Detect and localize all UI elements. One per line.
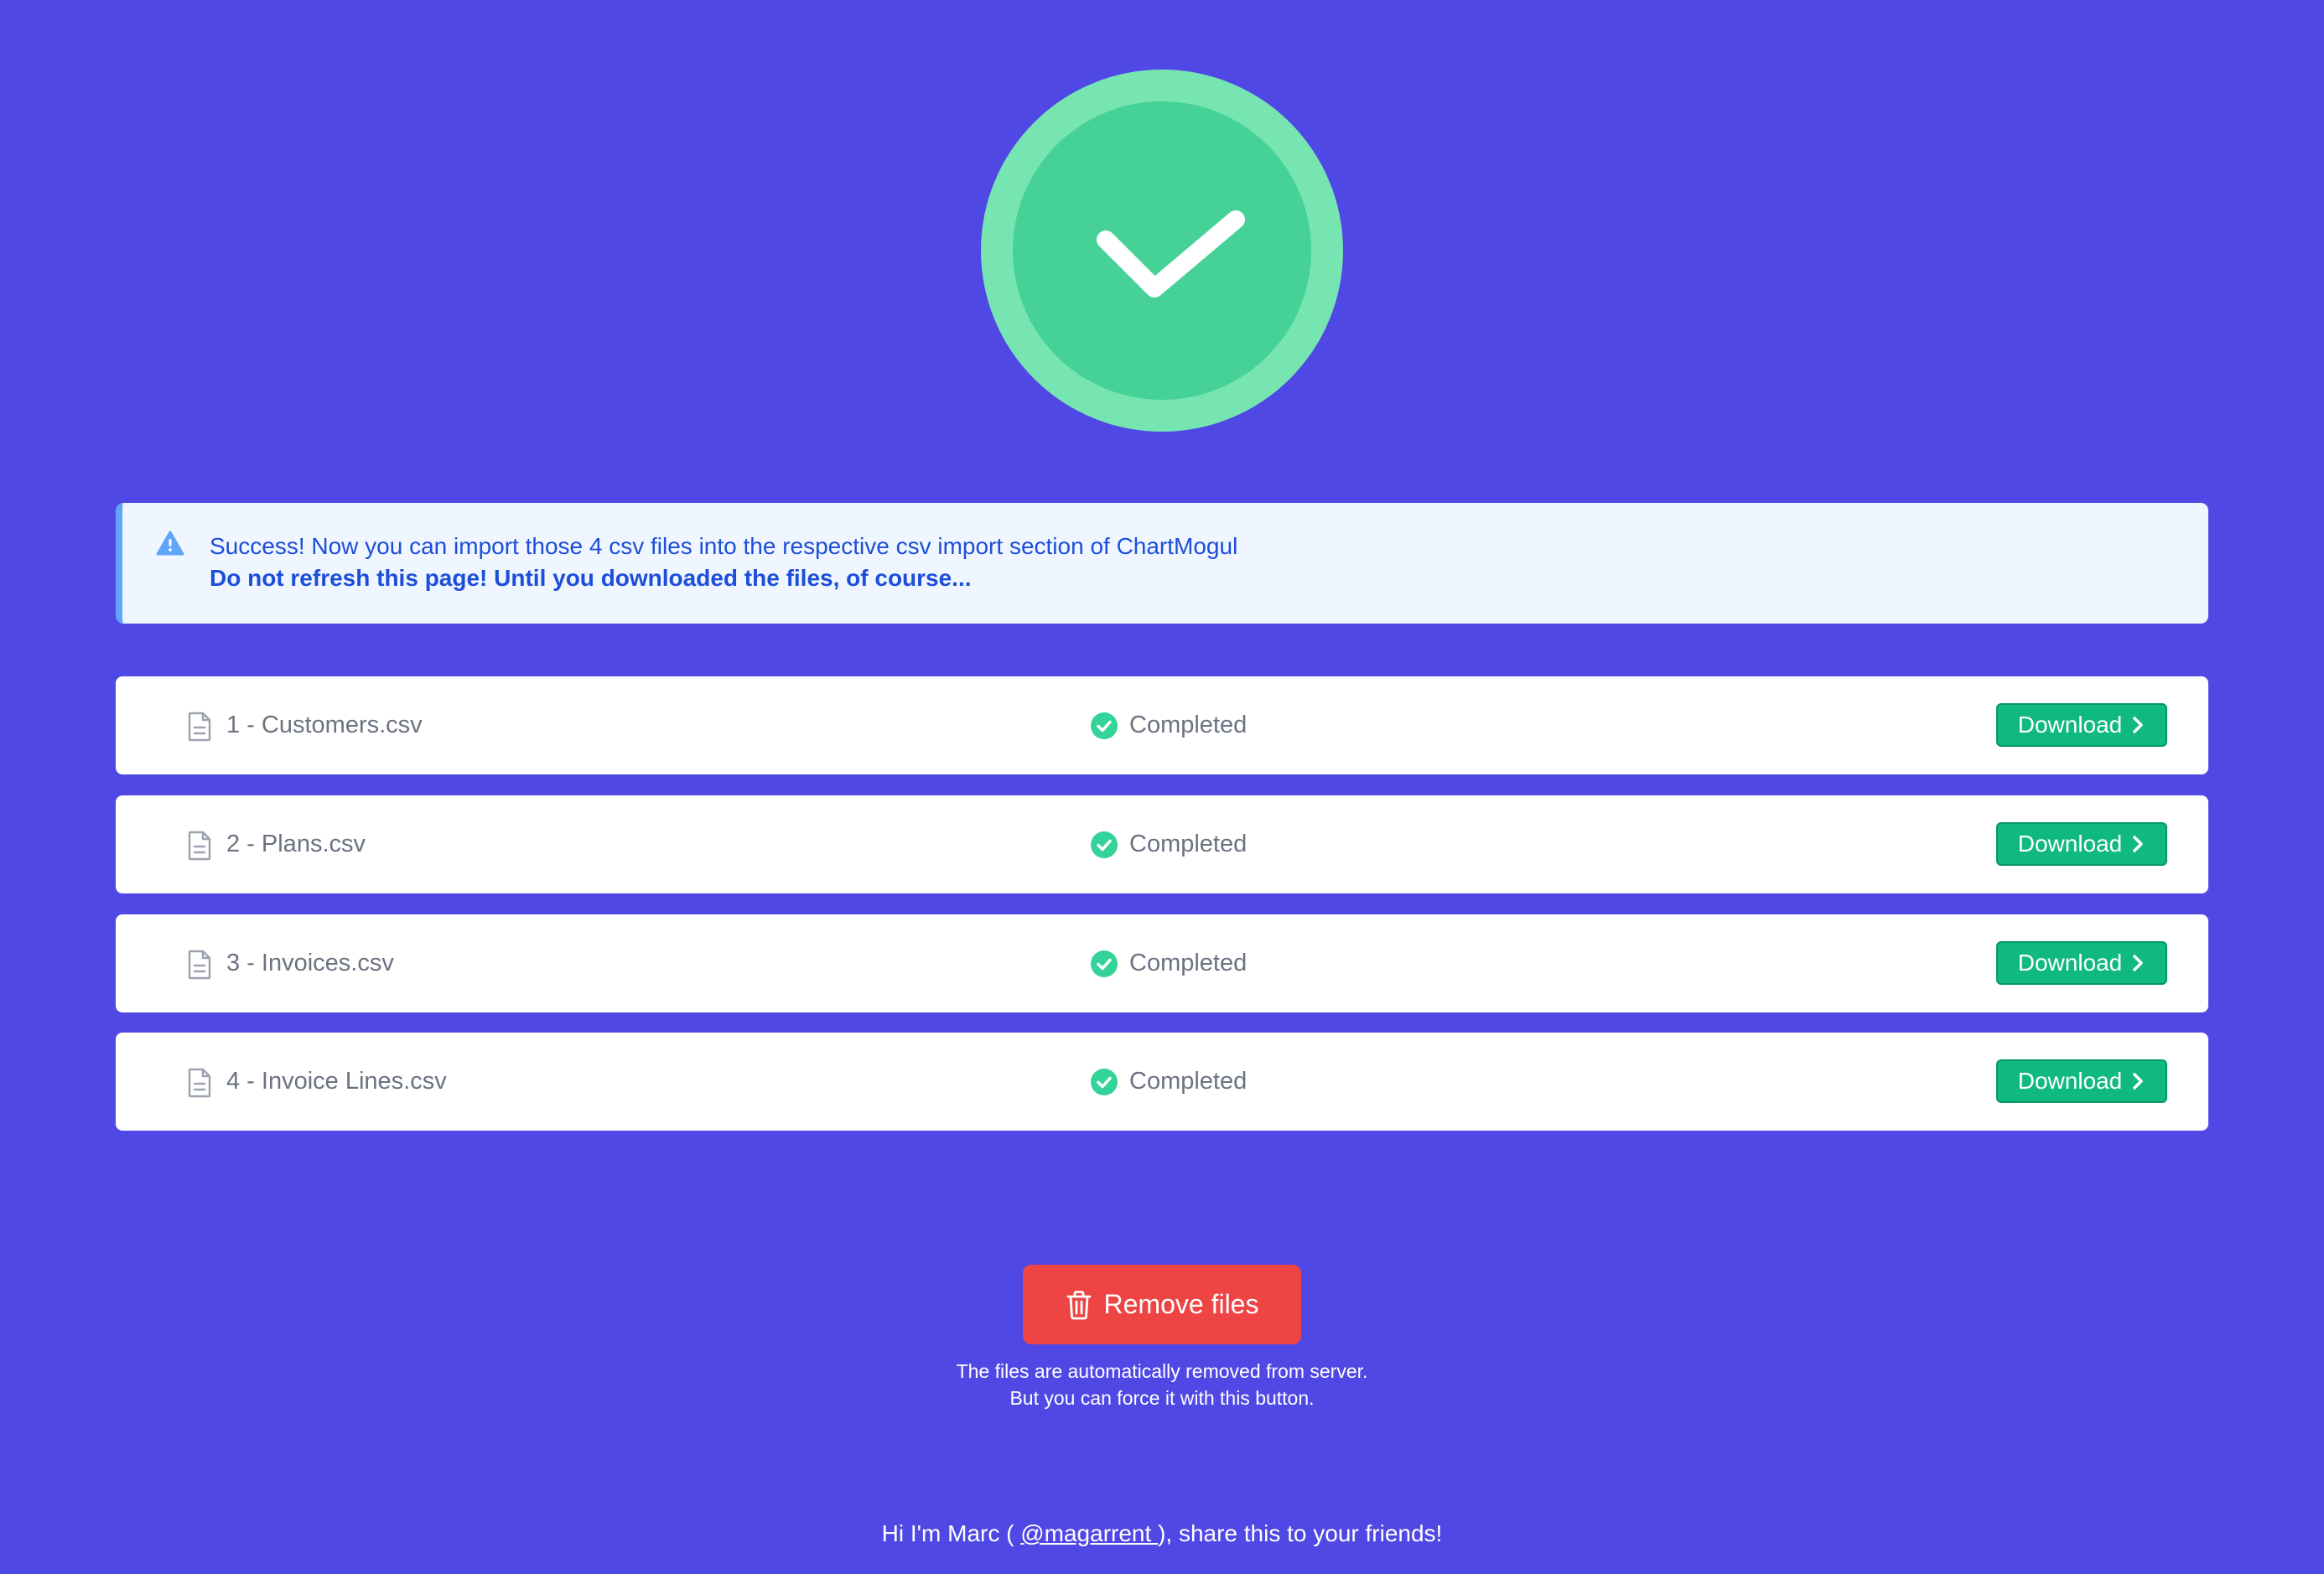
warning-icon xyxy=(156,531,184,556)
file-name: 1 - Customers.csv xyxy=(226,712,423,738)
download-button[interactable]: Download xyxy=(1996,703,2167,747)
chevron-right-icon xyxy=(2133,1073,2144,1090)
success-badge xyxy=(981,70,1343,432)
download-button[interactable]: Download xyxy=(1996,822,2167,866)
check-circle-icon xyxy=(1091,950,1118,977)
trash-icon xyxy=(1066,1290,1091,1319)
file-name: 4 - Invoice Lines.csv xyxy=(226,1068,447,1095)
document-icon xyxy=(188,1068,211,1098)
remove-files-label: Remove files xyxy=(1103,1289,1259,1319)
file-name: 3 - Invoices.csv xyxy=(226,950,394,976)
success-alert: Success! Now you can import those 4 csv … xyxy=(116,503,2208,624)
file-name: 2 - Plans.csv xyxy=(226,831,366,857)
check-circle-icon xyxy=(1091,1069,1118,1095)
status-label: Completed xyxy=(1129,712,1248,738)
download-button[interactable]: Download xyxy=(1996,941,2167,985)
footer-suffix: ), share this to your friends! xyxy=(1158,1520,1443,1546)
file-row: 2 - Plans.csv Completed Download xyxy=(116,795,2208,893)
check-circle-icon xyxy=(1091,831,1118,858)
footer: Hi I'm Marc ( @magarrent ), share this t… xyxy=(743,1520,1581,1547)
file-row: 1 - Customers.csv Completed Download xyxy=(116,676,2208,774)
document-icon xyxy=(188,712,211,742)
removal-note-line2: But you can force it with this button. xyxy=(1009,1387,1315,1409)
author-handle-link[interactable]: @magarrent xyxy=(1020,1520,1158,1546)
chevron-right-icon xyxy=(2133,717,2144,733)
document-icon xyxy=(188,950,211,980)
status-label: Completed xyxy=(1129,831,1248,857)
chevron-right-icon xyxy=(2133,836,2144,852)
file-row: 4 - Invoice Lines.csv Completed Download xyxy=(116,1033,2208,1131)
alert-warning: Do not refresh this page! Until you down… xyxy=(210,565,972,591)
download-button-label: Download xyxy=(2017,1068,2123,1094)
footer-prefix: Hi I'm Marc ( xyxy=(881,1520,1021,1546)
file-row: 3 - Invoices.csv Completed Download xyxy=(116,914,2208,1012)
check-circle-icon xyxy=(1091,712,1118,739)
alert-message: Success! Now you can import those 4 csv … xyxy=(210,533,1238,559)
removal-note-line1: The files are automatically removed from… xyxy=(956,1360,1368,1382)
download-button-label: Download xyxy=(2017,831,2123,857)
download-button-label: Download xyxy=(2017,712,2123,738)
download-button-label: Download xyxy=(2017,950,2123,976)
document-icon xyxy=(188,831,211,861)
status-label: Completed xyxy=(1129,950,1248,976)
remove-files-button[interactable]: Remove files xyxy=(1023,1265,1301,1344)
checkmark-icon xyxy=(1097,210,1245,298)
status-label: Completed xyxy=(1129,1068,1248,1095)
success-badge-inner xyxy=(1013,101,1311,400)
download-button[interactable]: Download xyxy=(1996,1059,2167,1103)
chevron-right-icon xyxy=(2133,955,2144,971)
